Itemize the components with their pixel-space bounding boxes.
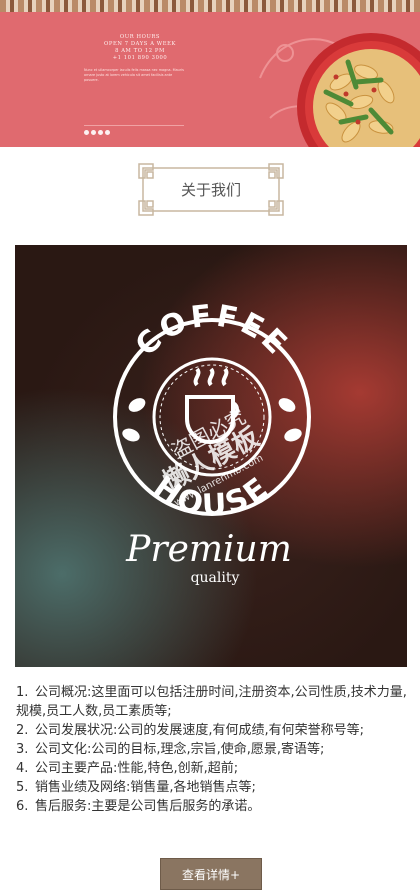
premium-script: Premium (125, 529, 292, 570)
opening-hours: OUR HOURS OPEN 7 DAYS A WEEK 8 AM TO 12 … (85, 34, 195, 62)
section-title: 关于我们 (180, 181, 241, 199)
decorative-border (0, 0, 420, 12)
carousel-dots[interactable] (84, 130, 110, 135)
item-text: 销售业绩及网络:销售量,各地销售点等; (35, 780, 256, 795)
coffee-logo: COFFEE HOUSE 盗图必究 懒人模板 www.lanrenmb.com … (113, 298, 311, 586)
item-number: 4. (16, 761, 29, 776)
item-text: 公司主要产品:性能,特色,创新,超前; (35, 761, 239, 776)
carousel-dot[interactable] (84, 130, 89, 135)
hours-line: +1 101 890 3000 (112, 55, 168, 61)
banner-blurb: Nunc et ullamcorper iaculis felis massa … (84, 68, 184, 82)
item-text: 公司概况:这里面可以包括注册时间,注册资本,公司性质,技术力量,规模,员工人数,… (16, 685, 407, 719)
svg-text:COFFEE: COFFEE (129, 298, 296, 363)
item-number: 1. (16, 685, 29, 700)
carousel-dot[interactable] (98, 130, 103, 135)
item-text: 公司文化:公司的目标,理念,宗旨,使命,愿景,寄语等; (35, 742, 325, 757)
view-details-button[interactable]: 查看详情+ (160, 858, 262, 890)
list-item: 3. 公司文化:公司的目标,理念,宗旨,使命,愿景,寄语等; (16, 740, 410, 759)
list-item: 4. 公司主要产品:性能,特色,创新,超前; (16, 759, 410, 778)
item-text: 售后服务:主要是公司售后服务的承诺。 (35, 799, 261, 814)
about-list: 1. 公司概况:这里面可以包括注册时间,注册资本,公司性质,技术力量,规模,员工人… (16, 683, 410, 816)
list-item: 6. 售后服务:主要是公司售后服务的承诺。 (16, 797, 410, 816)
carousel-dot[interactable] (91, 130, 96, 135)
item-number: 2. (16, 723, 29, 738)
pasta-plate-image (297, 33, 420, 147)
list-item: 5. 销售业绩及网络:销售量,各地销售点等; (16, 778, 410, 797)
hours-line: OPEN 7 DAYS A WEEK (104, 41, 176, 47)
logo-top-text: COFFEE (129, 298, 293, 363)
promo-banner[interactable]: OUR HOURS OPEN 7 DAYS A WEEK 8 AM TO 12 … (0, 12, 420, 147)
quality-subtext: quality (191, 570, 240, 586)
divider (84, 125, 184, 126)
hours-line: OUR HOURS (119, 34, 161, 40)
item-number: 6. (16, 799, 29, 814)
item-number: 5. (16, 780, 29, 795)
hours-line: 8 AM TO 12 PM (115, 48, 165, 54)
item-text: 公司发展状况:公司的发展速度,有何成绩,有何荣誉称号等; (35, 723, 365, 738)
list-item: 2. 公司发展状况:公司的发展速度,有何成绩,有何荣誉称号等; (16, 721, 410, 740)
hero-image: COFFEE HOUSE 盗图必究 懒人模板 www.lanrenmb.com … (15, 245, 407, 667)
list-item: 1. 公司概况:这里面可以包括注册时间,注册资本,公司性质,技术力量,规模,员工人… (16, 683, 410, 721)
carousel-dot[interactable] (105, 130, 110, 135)
item-number: 3. (16, 742, 29, 757)
